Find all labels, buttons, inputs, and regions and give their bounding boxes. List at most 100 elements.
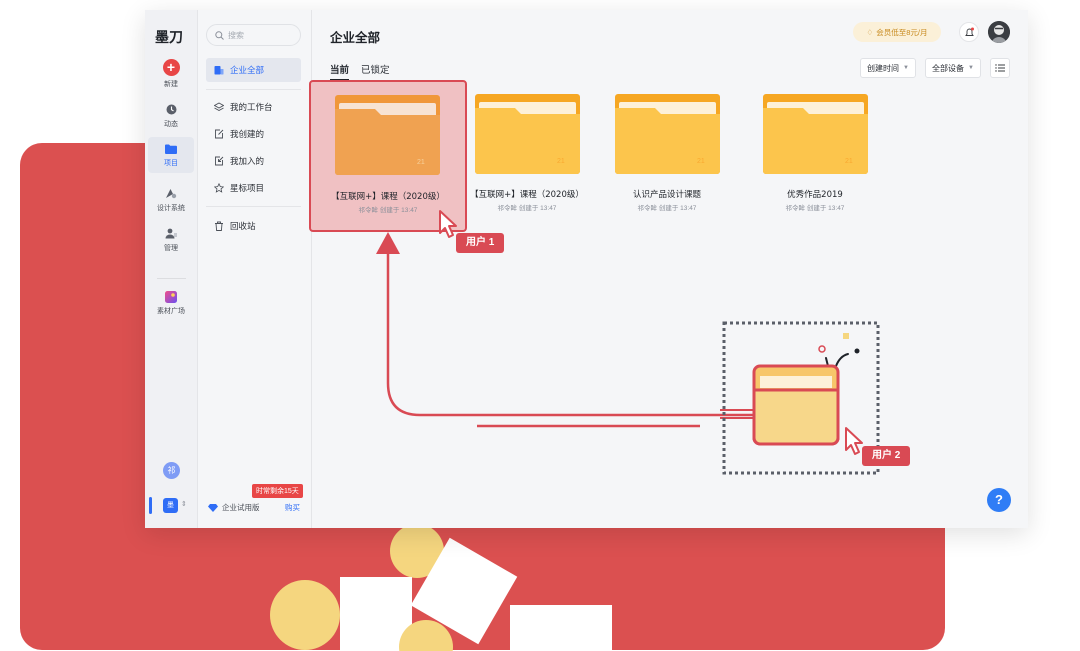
user-manage-icon (165, 227, 178, 240)
member-count: 21 (417, 159, 425, 166)
project-meta: 祁令眸 创建于 13:47 (497, 205, 557, 212)
user-photo-icon (988, 21, 1010, 43)
list-icon (995, 64, 1005, 72)
search-input[interactable] (228, 30, 298, 40)
chevron-updown-icon[interactable]: ⇕ (181, 500, 187, 508)
sidebar-item-workspace[interactable]: 我的工作台 (206, 95, 301, 119)
rail-item-asset-market[interactable]: 素材广场 (148, 285, 194, 321)
project-name: 优秀作品2019 (787, 190, 843, 200)
user-2-tag: 用户 2 (862, 446, 911, 466)
buy-link[interactable]: 购买 (285, 502, 300, 513)
team-switcher[interactable]: 墨 (163, 498, 178, 513)
rail-item-label: 素材广场 (157, 308, 185, 315)
rail-item-label: 新建 (164, 81, 178, 88)
search-box[interactable] (206, 24, 301, 46)
icon-rail: 墨刀 + 新建 动态 项目 设计系统 管理 素材广场 祁 墨 ⇕ (145, 10, 198, 528)
caret-down-icon: ▼ (968, 65, 974, 71)
enterprise-icon (214, 65, 224, 75)
sidebar-divider (206, 89, 301, 90)
diamond-icon: ♢ (866, 27, 874, 37)
sort-dropdown[interactable]: 创建时间 ▼ (860, 58, 916, 78)
folder-icon: 21 (763, 94, 868, 174)
trial-remaining-badge: 时常剩余15天 (252, 484, 303, 498)
caret-down-icon: ▼ (903, 65, 909, 71)
member-count: 21 (697, 158, 705, 165)
help-button[interactable]: ? (987, 488, 1011, 512)
decorative-square (510, 605, 612, 651)
app-logo: 墨刀 (155, 29, 183, 45)
plus-icon: + (162, 59, 180, 76)
team-indicator (149, 497, 152, 514)
design-system-icon (165, 187, 178, 200)
folder-icon: 21 (615, 94, 720, 174)
user-1-tag: 用户 1 (456, 233, 505, 253)
sidebar-item-label: 我加入的 (230, 156, 265, 166)
sidebar-item-label: 我创建的 (230, 129, 265, 139)
member-count: 21 (845, 158, 853, 165)
page-title: 企业全部 (330, 31, 381, 45)
promo-label: 会员低至8元/月 (876, 27, 928, 37)
project-card[interactable]: 21 认识产品设计课题 祁令眸 创建于 13:47 (604, 92, 730, 222)
trial-label: 企业试用版 (222, 503, 260, 512)
clock-icon (165, 103, 178, 116)
user-avatar[interactable]: 祁 (163, 462, 180, 479)
asset-market-icon (165, 290, 178, 303)
bell-icon (964, 27, 974, 36)
sidebar-item-joined[interactable]: 我加入的 (206, 149, 301, 173)
star-icon (214, 183, 224, 193)
member-count: 21 (557, 158, 565, 165)
project-meta: 祁令眸 创建于 13:47 (785, 205, 845, 212)
decorative-circle (270, 580, 340, 650)
project-name: 认识产品设计课题 (632, 190, 701, 200)
main-content: 企业全部 当前 已锁定 ♢ 会员低至8元/月 创建时间 ▼ 全部设备 ▼ 21 … (309, 10, 1028, 528)
sort-label: 创建时间 (867, 63, 899, 73)
sidebar-item-label: 回收站 (230, 221, 256, 231)
sidebar-item-created[interactable]: 我创建的 (206, 122, 301, 146)
rail-item-label: 管理 (164, 245, 178, 252)
rail-divider (157, 278, 186, 279)
rail-item-design-system[interactable]: 设计系统 (148, 182, 194, 218)
notification-button[interactable] (959, 22, 979, 42)
project-card[interactable]: 21 【互联网+】课程（2020级） 祁令眸 创建于 13:47 (464, 92, 590, 222)
project-card[interactable]: 21 优秀作品2019 祁令眸 创建于 13:47 (752, 92, 878, 222)
rail-item-label: 动态 (164, 121, 178, 128)
sidebar-item-label: 企业全部 (230, 65, 265, 75)
membership-promo[interactable]: ♢ 会员低至8元/月 (853, 22, 941, 42)
tab-bar: 当前 已锁定 (330, 62, 402, 81)
sidebar-divider (206, 206, 301, 207)
project-name: 【互联网+】课程（2020级） (331, 192, 445, 202)
rail-item-label: 设计系统 (157, 205, 185, 212)
rail-item-label: 项目 (164, 160, 178, 167)
device-label: 全部设备 (932, 63, 964, 73)
tab-locked[interactable]: 已锁定 (361, 62, 390, 81)
folder-icon: 21 (335, 95, 440, 175)
sidebar-item-label: 我的工作台 (230, 102, 273, 112)
rail-item-new[interactable]: + 新建 (148, 55, 194, 93)
project-meta: 祁令眸 创建于 13:47 (358, 207, 418, 214)
search-icon (215, 30, 224, 40)
device-dropdown[interactable]: 全部设备 ▼ (925, 58, 981, 78)
tab-current[interactable]: 当前 (330, 62, 350, 81)
created-icon (214, 129, 224, 139)
sidebar-item-all[interactable]: 企业全部 (206, 58, 301, 82)
list-view-button[interactable] (990, 58, 1010, 78)
rail-item-activity[interactable]: 动态 (148, 98, 194, 134)
stage: 墨刀 + 新建 动态 项目 设计系统 管理 素材广场 祁 墨 ⇕ 搜索 企业全部… (0, 0, 1080, 651)
trial-info: 企业试用版 购买 (208, 502, 300, 513)
layers-icon (214, 102, 224, 112)
diamond-icon (208, 503, 218, 512)
project-card[interactable]: 21 【互联网+】课程（2020级） 祁令眸 创建于 13:47 (309, 80, 467, 232)
joined-icon (214, 156, 224, 166)
sidebar-item-starred[interactable]: 星标项目 (206, 176, 301, 200)
trash-icon (214, 221, 224, 231)
profile-avatar[interactable] (988, 21, 1010, 43)
project-meta: 祁令眸 创建于 13:47 (637, 205, 697, 212)
sidebar-item-trash[interactable]: 回收站 (206, 214, 301, 238)
folder-icon (165, 142, 178, 155)
rail-item-manage[interactable]: 管理 (148, 222, 194, 258)
rail-item-projects[interactable]: 项目 (148, 137, 194, 173)
sidebar-item-label: 星标项目 (230, 183, 265, 193)
sidebar: 企业全部 我的工作台 我创建的 我加入的 (198, 10, 312, 528)
project-name: 【互联网+】课程（2020级） (470, 190, 584, 200)
folder-icon: 21 (475, 94, 580, 174)
